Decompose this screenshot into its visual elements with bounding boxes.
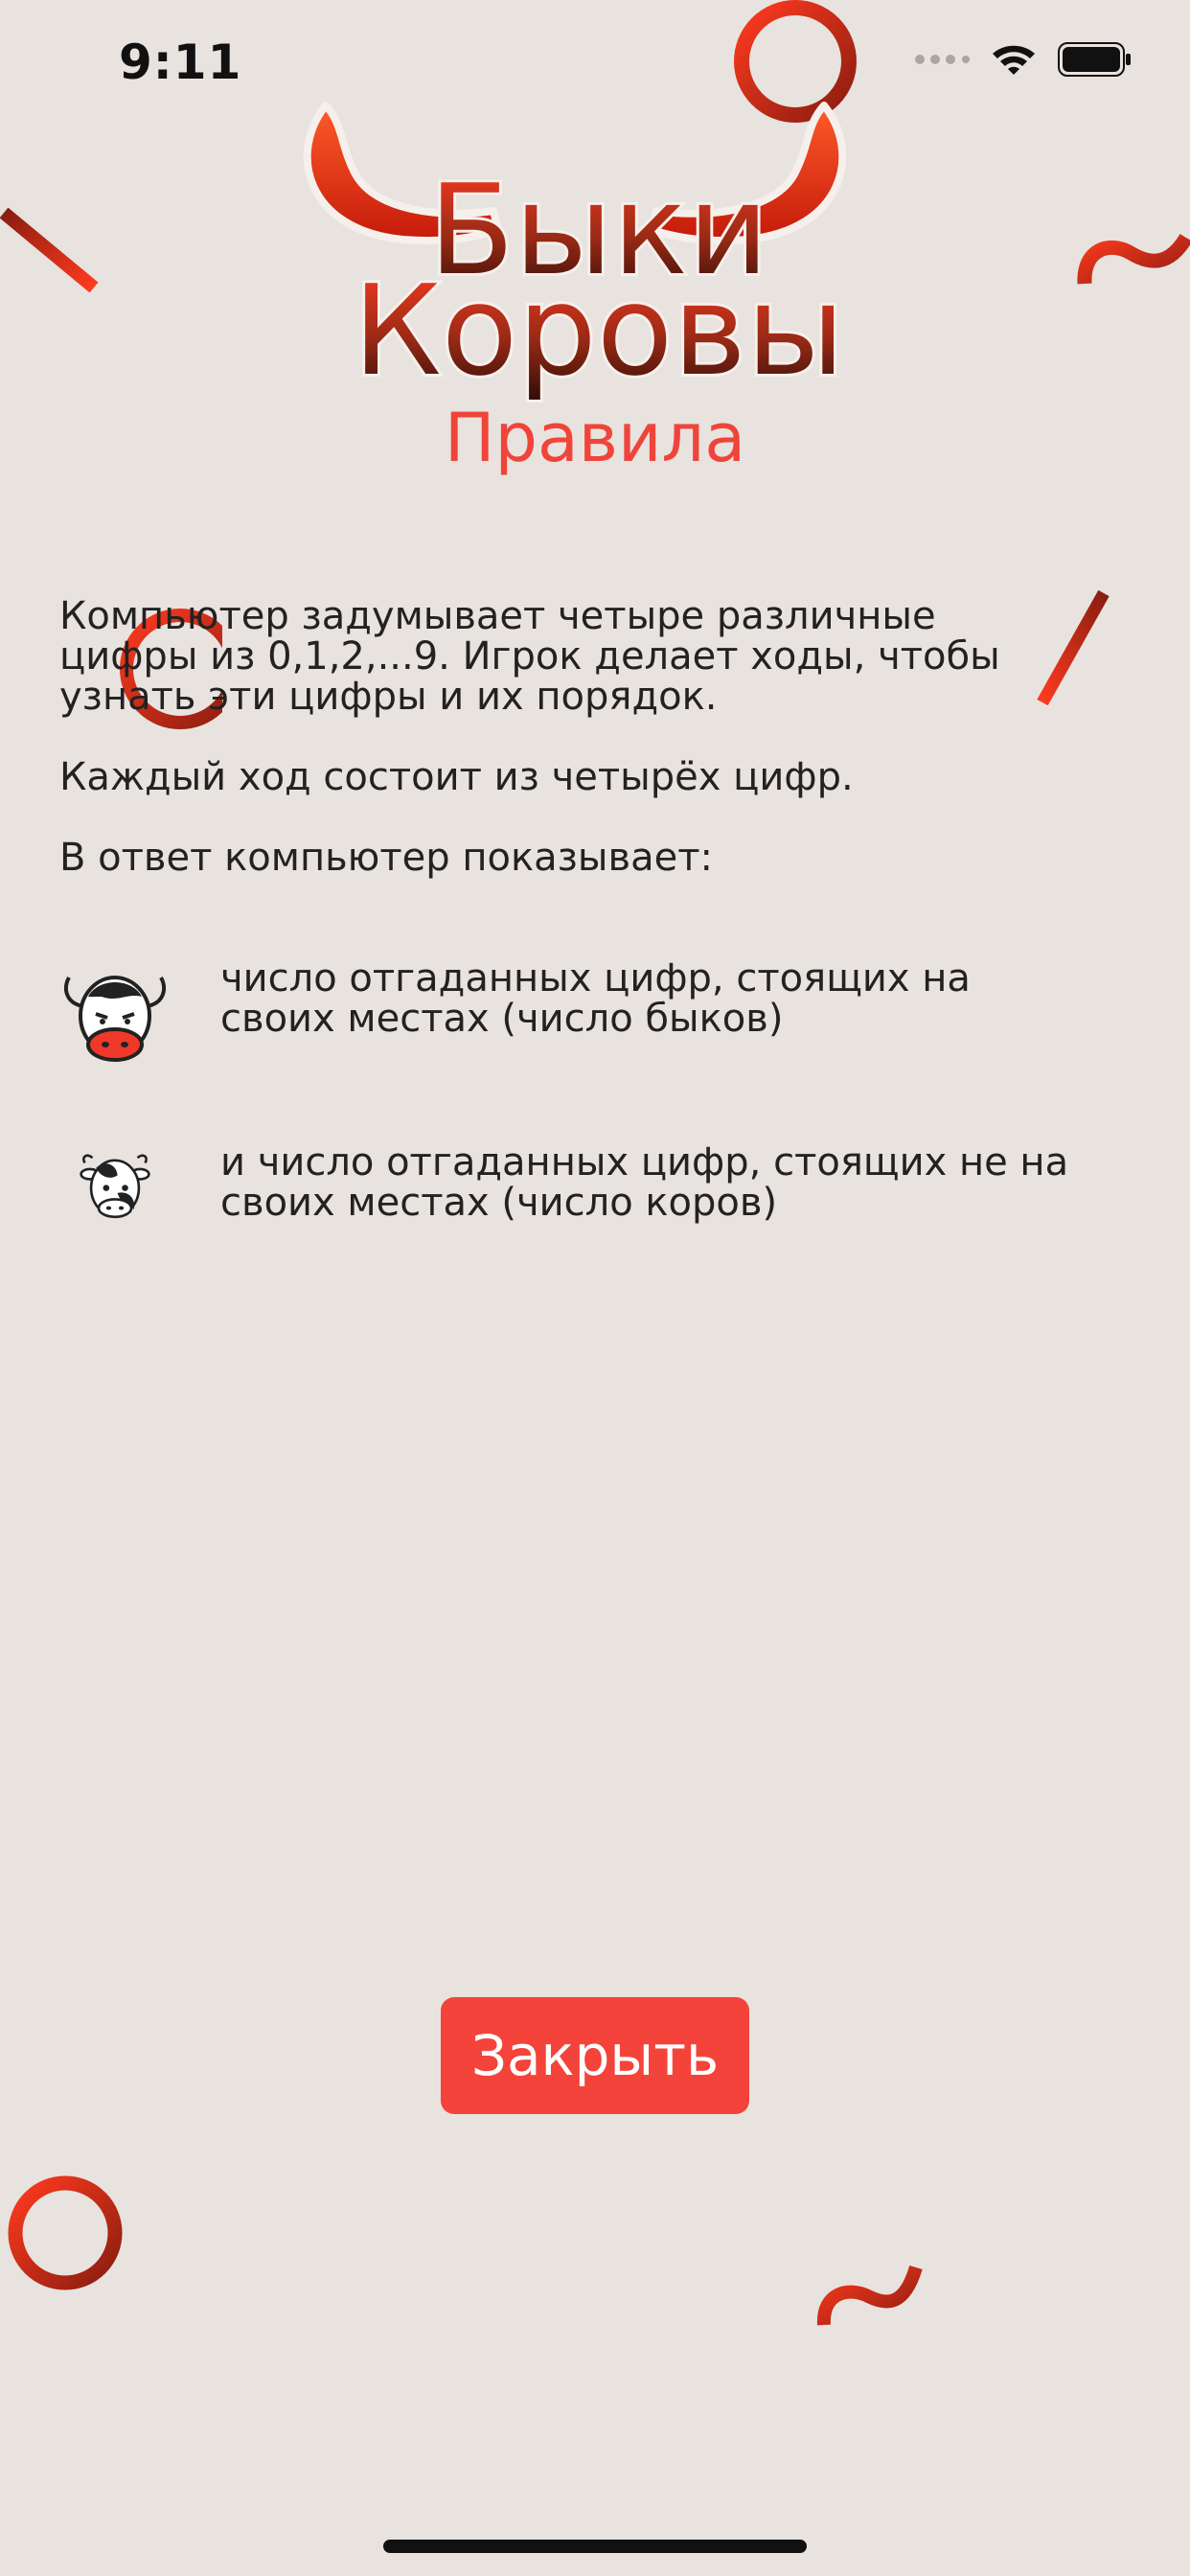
status-icons — [914, 42, 1133, 77]
cows-rule-line1: и число отгаданных цифр, стоящих не на — [220, 1140, 1069, 1184]
decor-wave-bottom — [816, 2265, 923, 2326]
cow-icon — [80, 1154, 150, 1219]
rules-intro-line2: цифры из 0,1,2,...9. Игрок делает ходы, … — [59, 634, 1000, 678]
rules-paragraph-intro: Компьютер задумывает четыре различные ци… — [59, 596, 1094, 717]
rules-paragraph-response: В ответ компьютер показывает: — [59, 836, 713, 880]
signal-icon — [915, 55, 970, 64]
cows-rule-line2: своих местах (число коров) — [220, 1181, 778, 1225]
page-title: Правила — [444, 399, 746, 477]
app-logo: Быки Коровы — [303, 102, 848, 406]
bulls-rule-text: число отгаданных цифр, стоящих на своих … — [220, 958, 1169, 1039]
rules-intro-line3: узнать эти цифры и их порядок. — [59, 675, 718, 719]
cows-rule-item: и число отгаданных цифр, стоящих не на с… — [59, 1142, 1133, 1257]
logo-line2: Коровы — [353, 258, 844, 403]
close-button[interactable]: Закрыть — [441, 1997, 749, 2114]
rules-screen: 9:11 Быки Коровы Правила Компьютер задум… — [0, 0, 1190, 2576]
cows-rule-text: и число отгаданных цифр, стоящих не на с… — [220, 1142, 1169, 1223]
bulls-rule-line1: число отгаданных цифр, стоящих на — [220, 956, 971, 1000]
bull-icon — [63, 976, 167, 1062]
status-time: 9:11 — [119, 34, 242, 90]
decor-wave-right — [1077, 233, 1190, 285]
bulls-rule-line2: своих местах (число быков) — [220, 997, 784, 1041]
rules-paragraph-move: Каждый ход состоит из четырёх цифр. — [59, 755, 854, 799]
battery-icon — [1058, 42, 1131, 77]
decor-ring-bottom — [8, 2175, 123, 2290]
bulls-rule-item: число отгаданных цифр, стоящих на своих … — [59, 958, 1133, 1073]
home-indicator[interactable] — [383, 2540, 807, 2553]
decor-stick-left — [0, 207, 99, 293]
rules-intro-line1: Компьютер задумывает четыре различные — [59, 594, 936, 638]
wifi-icon — [993, 45, 1035, 75]
